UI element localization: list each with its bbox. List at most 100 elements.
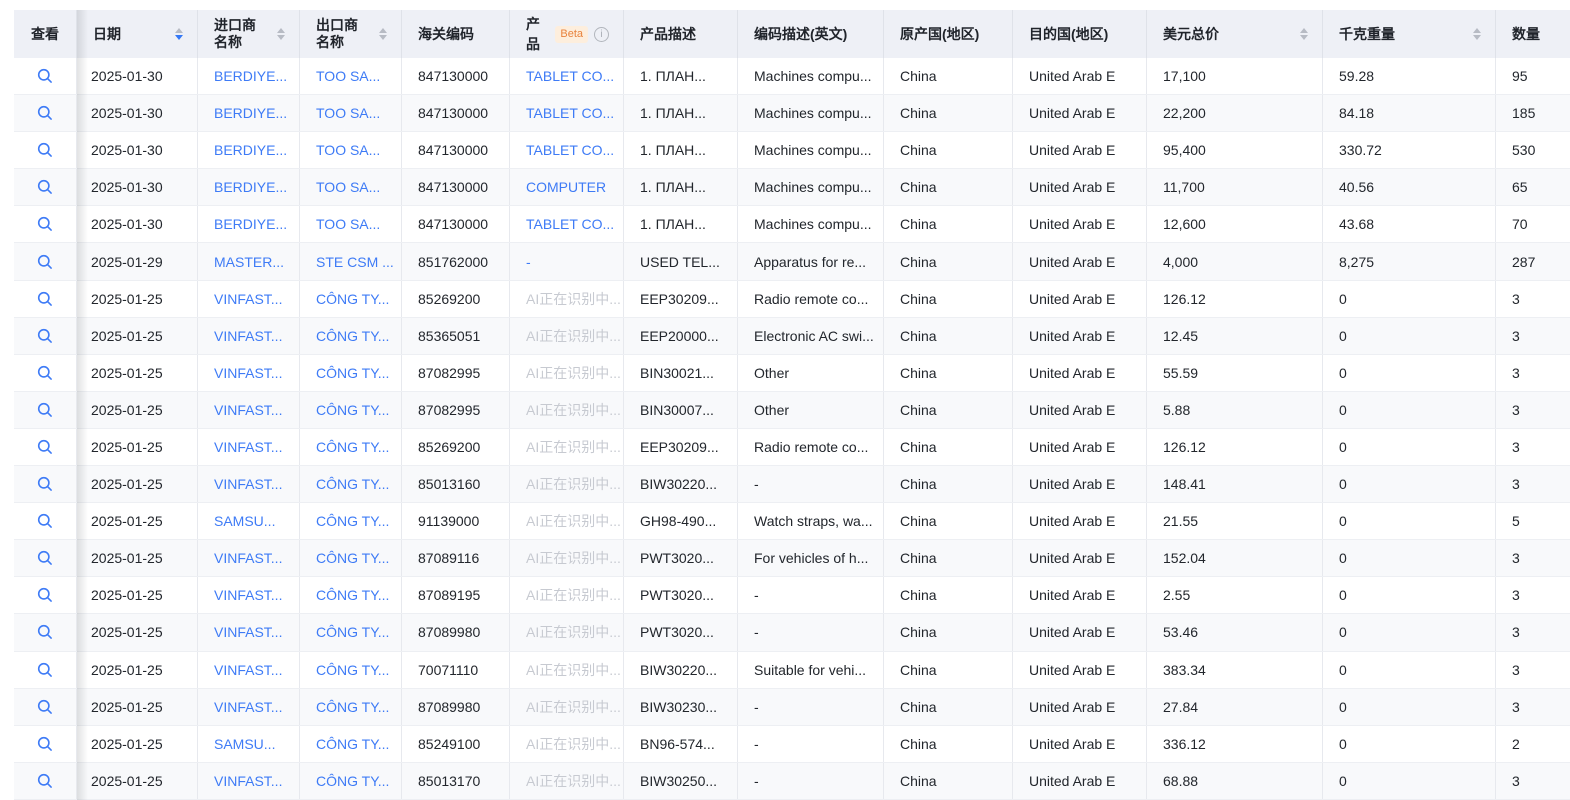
view-details-button[interactable] — [37, 68, 53, 84]
view-details-button[interactable] — [37, 402, 53, 418]
cell-text-importer[interactable]: MASTER... — [214, 254, 284, 270]
view-details-button[interactable] — [37, 699, 53, 715]
cell-importer[interactable]: BERDIYE... — [198, 58, 300, 94]
cell-exporter[interactable]: CÔNG TY... — [300, 726, 402, 762]
cell-importer[interactable]: VINFAST... — [198, 652, 300, 688]
cell-importer[interactable]: BERDIYE... — [198, 95, 300, 131]
cell-text-exporter[interactable]: TOO SA... — [316, 142, 380, 158]
info-icon[interactable]: i — [594, 27, 609, 42]
cell-product[interactable]: TABLET CO... — [510, 58, 624, 94]
cell-exporter[interactable]: CÔNG TY... — [300, 281, 402, 317]
view-details-button[interactable] — [37, 365, 53, 381]
cell-text-exporter[interactable]: TOO SA... — [316, 105, 380, 121]
cell-exporter[interactable]: CÔNG TY... — [300, 355, 402, 391]
view-details-button[interactable] — [37, 254, 53, 270]
cell-text-importer[interactable]: VINFAST... — [214, 476, 282, 492]
cell-exporter[interactable]: TOO SA... — [300, 206, 402, 242]
cell-text-exporter[interactable]: CÔNG TY... — [316, 476, 389, 492]
cell-importer[interactable]: VINFAST... — [198, 763, 300, 799]
cell-text-exporter[interactable]: CÔNG TY... — [316, 513, 389, 529]
cell-text-product[interactable]: TABLET CO... — [526, 216, 614, 232]
column-header-date[interactable]: 日期 — [77, 10, 198, 58]
cell-exporter[interactable]: CÔNG TY... — [300, 540, 402, 576]
cell-product[interactable]: COMPUTER — [510, 169, 624, 205]
sort-control[interactable] — [1300, 28, 1308, 40]
cell-importer[interactable]: SAMSU... — [198, 503, 300, 539]
cell-importer[interactable]: VINFAST... — [198, 429, 300, 465]
cell-text-importer[interactable]: VINFAST... — [214, 402, 282, 418]
cell-text-importer[interactable]: VINFAST... — [214, 550, 282, 566]
view-details-button[interactable] — [37, 624, 53, 640]
cell-importer[interactable]: VINFAST... — [198, 318, 300, 354]
cell-exporter[interactable]: TOO SA... — [300, 58, 402, 94]
view-details-button[interactable] — [37, 328, 53, 344]
cell-text-exporter[interactable]: TOO SA... — [316, 179, 380, 195]
cell-exporter[interactable]: CÔNG TY... — [300, 614, 402, 650]
cell-text-exporter[interactable]: TOO SA... — [316, 216, 380, 232]
cell-text-product[interactable]: - — [526, 254, 531, 270]
cell-text-importer[interactable]: SAMSU... — [214, 736, 275, 752]
view-details-button[interactable] — [37, 291, 53, 307]
cell-product[interactable]: - — [510, 243, 624, 279]
cell-importer[interactable]: BERDIYE... — [198, 132, 300, 168]
cell-exporter[interactable]: CÔNG TY... — [300, 689, 402, 725]
cell-exporter[interactable]: CÔNG TY... — [300, 503, 402, 539]
cell-text-exporter[interactable]: CÔNG TY... — [316, 736, 389, 752]
cell-importer[interactable]: SAMSU... — [198, 726, 300, 762]
view-details-button[interactable] — [37, 773, 53, 789]
cell-importer[interactable]: BERDIYE... — [198, 169, 300, 205]
cell-text-product[interactable]: TABLET CO... — [526, 68, 614, 84]
cell-text-exporter[interactable]: CÔNG TY... — [316, 587, 389, 603]
cell-text-exporter[interactable]: CÔNG TY... — [316, 550, 389, 566]
cell-text-importer[interactable]: VINFAST... — [214, 365, 282, 381]
cell-text-importer[interactable]: BERDIYE... — [214, 105, 287, 121]
cell-text-product[interactable]: COMPUTER — [526, 179, 606, 195]
cell-text-importer[interactable]: BERDIYE... — [214, 179, 287, 195]
cell-text-importer[interactable]: BERDIYE... — [214, 216, 287, 232]
cell-exporter[interactable]: CÔNG TY... — [300, 466, 402, 502]
cell-importer[interactable]: VINFAST... — [198, 577, 300, 613]
view-details-button[interactable] — [37, 179, 53, 195]
cell-exporter[interactable]: STE CSM ... — [300, 243, 402, 279]
cell-importer[interactable]: VINFAST... — [198, 466, 300, 502]
cell-text-exporter[interactable]: STE CSM ... — [316, 254, 394, 270]
cell-text-importer[interactable]: VINFAST... — [214, 773, 282, 789]
cell-exporter[interactable]: CÔNG TY... — [300, 318, 402, 354]
view-details-button[interactable] — [37, 550, 53, 566]
cell-text-exporter[interactable]: CÔNG TY... — [316, 365, 389, 381]
cell-importer[interactable]: MASTER... — [198, 243, 300, 279]
cell-product[interactable]: TABLET CO... — [510, 95, 624, 131]
cell-text-importer[interactable]: VINFAST... — [214, 662, 282, 678]
cell-importer[interactable]: VINFAST... — [198, 614, 300, 650]
column-header-exporter[interactable]: 出口商名称 — [300, 10, 402, 58]
cell-text-importer[interactable]: BERDIYE... — [214, 142, 287, 158]
column-header-usd_total[interactable]: 美元总价 — [1147, 10, 1323, 58]
cell-exporter[interactable]: TOO SA... — [300, 95, 402, 131]
cell-exporter[interactable]: TOO SA... — [300, 132, 402, 168]
view-details-button[interactable] — [37, 736, 53, 752]
column-header-weight_kg[interactable]: 千克重量 — [1323, 10, 1496, 58]
cell-exporter[interactable]: CÔNG TY... — [300, 392, 402, 428]
cell-exporter[interactable]: TOO SA... — [300, 169, 402, 205]
cell-text-importer[interactable]: SAMSU... — [214, 513, 275, 529]
cell-importer[interactable]: VINFAST... — [198, 689, 300, 725]
cell-exporter[interactable]: CÔNG TY... — [300, 652, 402, 688]
cell-text-exporter[interactable]: CÔNG TY... — [316, 662, 389, 678]
cell-text-exporter[interactable]: CÔNG TY... — [316, 402, 389, 418]
cell-product[interactable]: TABLET CO... — [510, 206, 624, 242]
cell-text-importer[interactable]: VINFAST... — [214, 624, 282, 640]
cell-exporter[interactable]: CÔNG TY... — [300, 577, 402, 613]
cell-text-importer[interactable]: VINFAST... — [214, 439, 282, 455]
sort-control[interactable] — [277, 28, 285, 40]
column-header-importer[interactable]: 进口商名称 — [198, 10, 300, 58]
view-details-button[interactable] — [37, 105, 53, 121]
cell-exporter[interactable]: CÔNG TY... — [300, 429, 402, 465]
cell-text-exporter[interactable]: CÔNG TY... — [316, 291, 389, 307]
cell-text-importer[interactable]: VINFAST... — [214, 699, 282, 715]
sort-control[interactable] — [1473, 28, 1481, 40]
cell-importer[interactable]: VINFAST... — [198, 281, 300, 317]
cell-text-importer[interactable]: VINFAST... — [214, 587, 282, 603]
cell-exporter[interactable]: CÔNG TY... — [300, 763, 402, 799]
cell-product[interactable]: TABLET CO... — [510, 132, 624, 168]
view-details-button[interactable] — [37, 513, 53, 529]
